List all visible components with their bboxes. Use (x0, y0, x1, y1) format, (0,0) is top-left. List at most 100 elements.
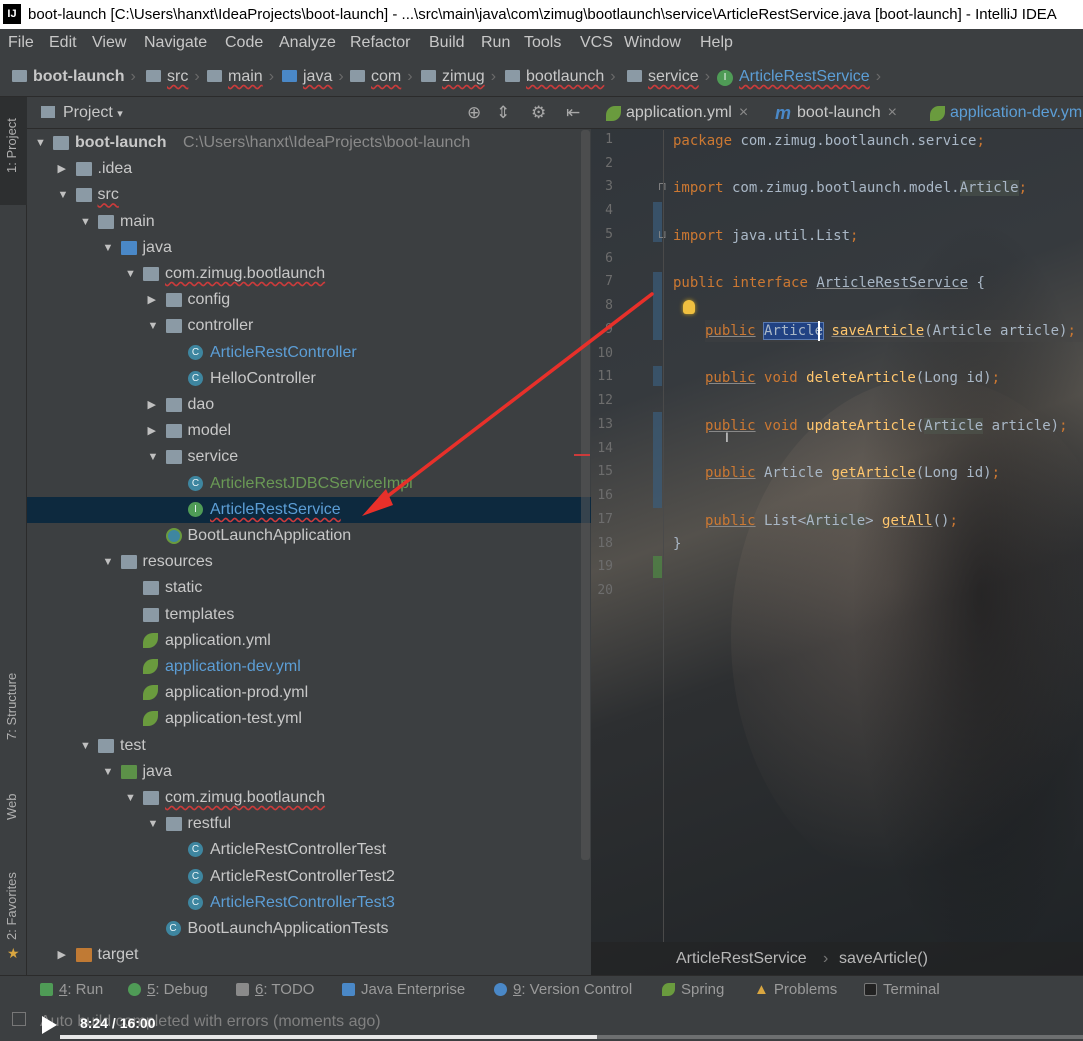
tree-row[interactable]: ▼ resources (27, 549, 591, 575)
tool-tab-favorites[interactable]: 2: Favorites (4, 872, 19, 940)
chevron-down-icon[interactable]: ▼ (58, 182, 69, 208)
menu-navigate[interactable]: Navigate (144, 29, 207, 57)
locate-icon[interactable]: ⊕ (467, 97, 481, 129)
chevron-down-icon[interactable]: ▼ (148, 811, 159, 837)
chevron-down-icon[interactable]: ▼ (125, 261, 136, 287)
lightbulb-icon[interactable] (683, 300, 695, 314)
tool-tab-web[interactable]: Web (4, 794, 19, 821)
tool-version-control[interactable]: 9: Version Control (494, 976, 632, 1004)
tree-row[interactable]: ▼ com.zimug.bootlaunch (27, 261, 591, 287)
tool-terminal[interactable]: Terminal (864, 976, 940, 1004)
editor-area[interactable]: application.yml × m boot-launch × applicati… (591, 97, 1083, 975)
chevron-down-icon[interactable]: ▼ (80, 209, 91, 235)
tree-row[interactable]: ▼ java (27, 235, 591, 261)
tree-row[interactable]: ▼ java (27, 759, 591, 785)
crumb-articlerestservice[interactable]: I ArticleRestService › (717, 57, 881, 97)
tree-row[interactable]: ▶ .idea (27, 156, 591, 182)
tool-tab-structure[interactable]: 7: Structure (4, 673, 19, 740)
chevron-right-icon[interactable]: ▶ (58, 156, 66, 182)
panel-scrollbar[interactable] (581, 130, 590, 860)
tree-row[interactable]: ▼ main (27, 209, 591, 235)
crumb-boot-launch[interactable]: boot-launch › (12, 57, 136, 97)
status-toggle-icon[interactable] (12, 1012, 26, 1026)
chevron-down-icon[interactable]: ▼ (103, 759, 114, 785)
tool-tab-project[interactable]: 1: Project (4, 118, 19, 173)
tree-row[interactable]: C ArticleRestControllerTest3 (27, 890, 591, 916)
tab-application-dev-yml[interactable]: application-dev.yml (924, 97, 1083, 129)
close-icon[interactable]: × (739, 104, 748, 121)
menu-window[interactable]: Window (624, 29, 681, 57)
gear-icon[interactable]: ⚙ (531, 97, 546, 129)
tree-row[interactable]: application-dev.yml (27, 654, 591, 680)
menu-refactor[interactable]: Refactor (350, 29, 410, 57)
tool-debug[interactable]: 5: Debug (128, 976, 208, 1004)
chevron-right-icon[interactable]: ▶ (148, 392, 156, 418)
tree-row[interactable]: ▶ model (27, 418, 591, 444)
chevron-down-icon[interactable]: ▼ (148, 313, 159, 339)
tree-row[interactable]: templates (27, 602, 591, 628)
menu-vcs[interactable]: VCS (580, 29, 613, 57)
tree-row[interactable]: ▶ target (27, 942, 591, 968)
collapse-all-icon[interactable]: ⇕ (496, 97, 510, 129)
hide-panel-icon[interactable]: ⇤ (566, 97, 580, 129)
tree-row[interactable]: static (27, 575, 591, 601)
tree-row[interactable]: ▼ src (27, 182, 591, 208)
menu-help[interactable]: Help (700, 29, 733, 57)
tool-problems[interactable]: ▲ Problems (754, 976, 837, 1004)
crumb-main[interactable]: main › (207, 57, 274, 97)
crumb-java[interactable]: java › (282, 57, 344, 97)
tree-row[interactable]: ▼ com.zimug.bootlaunch (27, 785, 591, 811)
tree-row[interactable]: C ArticleRestController (27, 340, 591, 366)
menu-tools[interactable]: Tools (524, 29, 561, 57)
tree-row[interactable]: application.yml (27, 628, 591, 654)
menu-edit[interactable]: Edit (49, 29, 77, 57)
crumb-zimug[interactable]: zimug › (421, 57, 496, 97)
chevron-down-icon[interactable]: ▼ (103, 235, 114, 261)
tree-row[interactable]: BootLaunchApplication (27, 523, 591, 549)
crumb-com[interactable]: com › (350, 57, 413, 97)
tree-row[interactable]: C ArticleRestControllerTest2 (27, 864, 591, 890)
crumb-bootlaunch[interactable]: bootlaunch › (505, 57, 616, 97)
tree-row[interactable]: ▼ test (27, 733, 591, 759)
crumb-src[interactable]: src › (146, 57, 200, 97)
tree-row[interactable]: ▶ config (27, 287, 591, 313)
tree-row[interactable]: C BootLaunchApplicationTests (27, 916, 591, 942)
menu-view[interactable]: View (92, 29, 126, 57)
tool-java-enterprise[interactable]: Java Enterprise (342, 976, 465, 1004)
tree-row[interactable]: ▼ boot-launch C:\Users\hanxt\IdeaProjects\… (27, 130, 591, 156)
tab-application-yml[interactable]: application.yml × (600, 97, 748, 129)
tree-row[interactable]: ▼ controller (27, 313, 591, 339)
tree-row[interactable]: application-prod.yml (27, 680, 591, 706)
tree-row[interactable]: ▼ service (27, 444, 591, 470)
menu-run[interactable]: Run (481, 29, 510, 57)
tool-spring[interactable]: Spring (662, 976, 724, 1004)
tree-row[interactable]: application-test.yml (27, 706, 591, 732)
chevron-down-icon[interactable]: ▼ (125, 785, 136, 811)
menu-file[interactable]: File (8, 29, 34, 57)
chevron-down-icon[interactable]: ▼ (80, 733, 91, 759)
tree-row[interactable]: ▼ restful (27, 811, 591, 837)
close-icon[interactable]: × (888, 104, 897, 121)
tree-row[interactable]: I ArticleRestService (27, 496, 591, 523)
tool-run[interactable]: 4: Run (40, 976, 103, 1004)
editor-crumb-class[interactable]: ArticleRestService (676, 942, 807, 975)
tree-row[interactable]: ▶ dao (27, 392, 591, 418)
tree-row[interactable]: C ArticleRestJDBCServiceImpl (27, 471, 591, 497)
chevron-down-icon[interactable]: ▼ (103, 549, 114, 575)
tab-boot-launch[interactable]: m boot-launch × (771, 97, 897, 129)
tree-row[interactable]: C HelloController (27, 366, 591, 392)
editor-crumb-method[interactable]: saveArticle() (839, 942, 928, 975)
chevron-down-icon[interactable]: ▼ (35, 130, 46, 156)
menu-build[interactable]: Build (429, 29, 465, 57)
chevron-down-icon[interactable]: ▼ (148, 444, 159, 470)
menu-code[interactable]: Code (225, 29, 263, 57)
chevron-right-icon[interactable]: ▶ (148, 418, 156, 444)
menu-analyze[interactable]: Analyze (279, 29, 336, 57)
chevron-right-icon[interactable]: ▶ (58, 942, 66, 968)
tree-row[interactable]: C ArticleRestControllerTest (27, 837, 591, 863)
code-area[interactable]: package com.zimug.bootlaunch.service; im… (673, 130, 1083, 942)
chevron-right-icon[interactable]: ▶ (148, 287, 156, 313)
tool-todo[interactable]: 6: TODO (236, 976, 314, 1004)
project-view-selector[interactable]: Project ▾ (41, 97, 123, 130)
crumb-service[interactable]: service › (627, 57, 710, 97)
